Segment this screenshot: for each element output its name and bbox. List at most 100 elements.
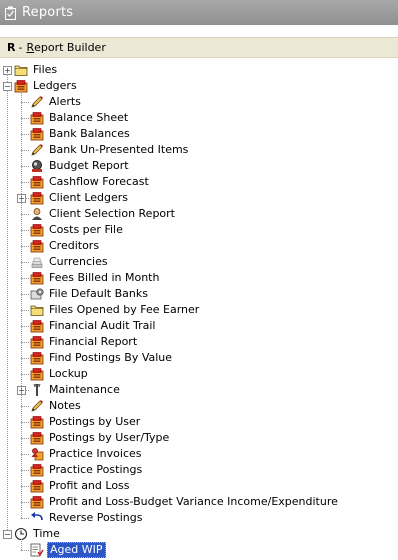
tree-item-costs-per-file[interactable]: Costs per File	[30, 222, 125, 238]
folder-icon	[14, 63, 28, 77]
window-titlebar: Reports	[0, 0, 398, 25]
window-title: Reports	[22, 5, 74, 20]
tree-item-financial-audit-trail[interactable]: Financial Audit Trail	[30, 318, 158, 334]
tree-item-find-postings-by-value[interactable]: Find Postings By Value	[30, 350, 174, 366]
tree-connector	[21, 150, 29, 151]
tree-item-creditors[interactable]: Creditors	[30, 238, 101, 254]
tree-connector	[7, 74, 8, 82]
tree-item-postings-by-user-type[interactable]: Postings by User/Type	[30, 430, 171, 446]
tree-item-postings-by-user[interactable]: Postings by User	[30, 414, 142, 430]
wrench-icon	[30, 383, 44, 397]
shortcut-separator: -	[18, 41, 23, 54]
tree-item-bank-balances[interactable]: Bank Balances	[30, 126, 132, 142]
tree-connector	[21, 374, 29, 375]
tree-item-label: Alerts	[49, 95, 81, 108]
tree-item-alerts[interactable]: Alerts	[30, 94, 83, 110]
tree-connector	[21, 91, 22, 518]
tree-connector	[21, 454, 29, 455]
ledger-report-icon	[30, 415, 44, 429]
tree-item-label: File Default Banks	[49, 287, 148, 300]
currency-icon	[30, 255, 44, 269]
tree-item-budget-report[interactable]: Budget Report	[30, 158, 131, 174]
tree-item-maintenance[interactable]: Maintenance	[30, 382, 122, 398]
tree-item-label: Maintenance	[49, 383, 120, 396]
tree-item-label: Costs per File	[49, 223, 123, 236]
tree-item-label: Financial Report	[49, 335, 138, 348]
tree-item-label: Reverse Postings	[49, 511, 143, 524]
tree-item-currencies[interactable]: Currencies	[30, 254, 110, 270]
shortcut-key: R	[7, 41, 16, 54]
ledger-report-icon	[30, 239, 44, 253]
report-builder-label: eport Builder	[34, 41, 106, 54]
tree-connector	[21, 358, 29, 359]
tree-item-financial-report[interactable]: Financial Report	[30, 334, 139, 350]
ledger-report-icon	[30, 175, 44, 189]
tree-item-label: Cashflow Forecast	[49, 175, 149, 188]
ledger-report-icon	[30, 127, 44, 141]
tree-item-label: Balance Sheet	[49, 111, 129, 124]
tree-item-label: Lockup	[49, 367, 88, 380]
tree-item-label: Financial Audit Trail	[49, 319, 156, 332]
tree-item-label: Client Selection Report	[49, 207, 175, 220]
tree-item-label: Creditors	[49, 239, 100, 252]
tree-item-practice-postings[interactable]: Practice Postings	[30, 462, 144, 478]
tree-item-fees-billed-in-month[interactable]: Fees Billed in Month	[30, 270, 161, 286]
tree-item-client-selection-report[interactable]: Client Selection Report	[30, 206, 177, 222]
tree-connector	[21, 422, 29, 423]
tree-item-label: Postings by User	[49, 415, 141, 428]
tree-connector	[21, 502, 29, 503]
tree-item-files[interactable]: Files	[14, 62, 59, 78]
tree-item-label: Budget Report	[49, 159, 129, 172]
tree-item-label: Bank Balances	[49, 127, 130, 140]
tree-item-lockup[interactable]: Lockup	[30, 366, 90, 382]
tree-connector	[21, 246, 29, 247]
report-builder-header[interactable]: R - Report Builder	[0, 37, 398, 58]
ledger-report-icon	[30, 111, 44, 125]
tree-connector	[21, 230, 29, 231]
ledger-report-icon	[30, 335, 44, 349]
tree-connector	[21, 294, 29, 295]
tree-item-notes[interactable]: Notes	[30, 398, 83, 414]
tree-item-label: Find Postings By Value	[49, 351, 173, 364]
tree-connector	[21, 134, 29, 135]
tree-item-label: Practice Postings	[49, 463, 143, 476]
pencil-icon	[30, 143, 44, 157]
tree-item-file-default-banks[interactable]: File Default Banks	[30, 286, 150, 302]
tree-item-cashflow-forecast[interactable]: Cashflow Forecast	[30, 174, 151, 190]
tree-item-ledgers[interactable]: Ledgers	[14, 78, 79, 94]
pencil-icon	[30, 95, 44, 109]
tree-connector	[21, 518, 29, 519]
ledger-report-icon	[30, 463, 44, 477]
tree-item-client-ledgers[interactable]: Client Ledgers	[30, 190, 130, 206]
pencil-icon	[30, 399, 44, 413]
tree-item-label: Currencies	[49, 255, 108, 268]
tree-item-bank-un-presented-items[interactable]: Bank Un-Presented Items	[30, 142, 190, 158]
tree-connector	[21, 102, 29, 103]
tree-item-profit-and-loss[interactable]: Profit and Loss	[30, 478, 132, 494]
ledger-report-icon	[30, 319, 44, 333]
tree-connector	[21, 118, 29, 119]
collapse-toggle[interactable]: −	[3, 530, 12, 539]
report-builder-accel: R	[26, 41, 35, 54]
tree-connector	[21, 262, 29, 263]
tree-item-reverse-postings[interactable]: Reverse Postings	[30, 510, 144, 526]
tree-connector	[21, 486, 29, 487]
tree-connector	[21, 182, 29, 183]
tree-item-profit-and-loss-budget-variance-income-expenditure[interactable]: Profit and Loss-Budget Variance Income/E…	[30, 494, 340, 510]
ledger-report-icon	[30, 431, 44, 445]
tree-item-balance-sheet[interactable]: Balance Sheet	[30, 110, 130, 126]
tree-item-practice-invoices[interactable]: Practice Invoices	[30, 446, 144, 462]
tree-item-label: Profit and Loss	[49, 479, 130, 492]
tree-item-label: Files Opened by Fee Earner	[49, 303, 200, 316]
report-check-icon	[30, 543, 44, 557]
ledger-report-icon	[30, 191, 44, 205]
ledger-report-icon	[30, 223, 44, 237]
tree-connector	[21, 214, 29, 215]
tree-connector	[7, 90, 8, 530]
tree-item-label: Files	[33, 63, 58, 76]
tree-item-label: Bank Un-Presented Items	[49, 143, 189, 156]
tree-item-label: Ledgers	[33, 79, 77, 92]
folder-icon	[30, 303, 44, 317]
budget-icon	[30, 159, 44, 173]
tree-item-files-opened-by-fee-earner[interactable]: Files Opened by Fee Earner	[30, 302, 201, 318]
